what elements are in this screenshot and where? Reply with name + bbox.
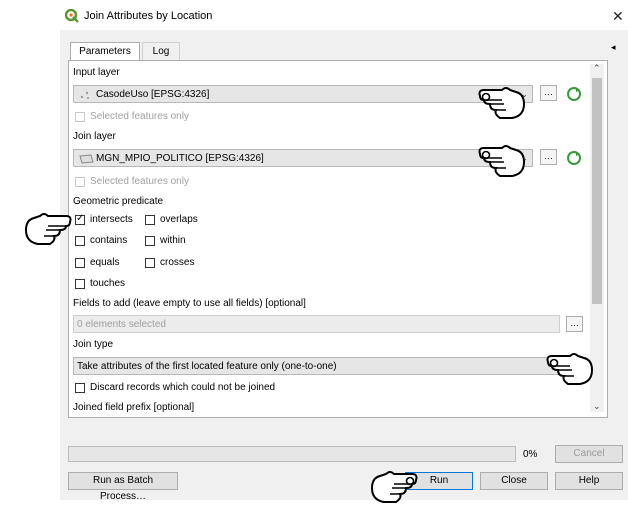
join-layer-label: Join layer xyxy=(73,131,116,142)
discard-records-label: Discard records which could not be joine… xyxy=(90,382,276,393)
join-layer-combo[interactable]: MGN_MPIO_POLITICO [EPSG:4326] ⌄ xyxy=(73,149,533,167)
predicate-equals-label: equals xyxy=(90,257,120,268)
pointing-hand-icon xyxy=(478,87,526,119)
run-as-batch-button[interactable]: Run as Batch Process… xyxy=(68,472,178,502)
qgis-logo-icon xyxy=(65,9,79,23)
checkmark-icon: ✓ xyxy=(76,213,85,224)
progress-percent: 0% xyxy=(523,449,538,460)
join-type-label: Join type xyxy=(73,339,114,350)
fields-to-add-value: 0 elements selected xyxy=(77,319,166,330)
predicate-touches-checkbox[interactable] xyxy=(75,279,85,289)
predicate-crosses-label: crosses xyxy=(160,257,195,268)
refresh-icon[interactable] xyxy=(566,150,582,166)
joined-field-prefix-label: Joined field prefix [optional] xyxy=(73,402,195,413)
predicate-intersects-label: intersects xyxy=(90,214,133,225)
input-layer-label: Input layer xyxy=(73,67,120,78)
predicate-overlaps-checkbox[interactable] xyxy=(145,215,155,225)
cancel-button[interactable]: Cancel xyxy=(555,445,623,463)
fields-to-add-browse-button[interactable]: … xyxy=(566,316,583,332)
join-selected-only-label: Selected features only xyxy=(90,176,189,187)
window-title: Join Attributes by Location xyxy=(84,10,213,22)
predicate-equals-checkbox[interactable] xyxy=(75,258,85,268)
predicate-touches-label: touches xyxy=(90,278,126,289)
join-selected-only-checkbox[interactable] xyxy=(75,177,85,187)
pointing-hand-icon xyxy=(24,213,72,245)
join-layer-browse-button[interactable]: … xyxy=(540,149,557,165)
input-selected-only-label: Selected features only xyxy=(90,111,189,122)
point-layer-icon xyxy=(80,91,89,99)
predicate-intersects-checkbox[interactable]: ✓ xyxy=(75,213,85,225)
predicate-within-label: within xyxy=(160,235,186,246)
join-layer-value: MGN_MPIO_POLITICO [EPSG:4326] xyxy=(96,153,264,164)
collapse-panel-icon[interactable]: ◂ xyxy=(611,42,616,53)
pointing-hand-icon xyxy=(370,471,418,503)
progress-bar xyxy=(68,446,516,462)
predicate-overlaps-label: overlaps xyxy=(160,214,198,225)
fields-to-add-label: Fields to add (leave empty to use all fi… xyxy=(73,298,306,309)
close-button[interactable]: Close xyxy=(480,472,548,490)
scroll-up-icon[interactable]: ⌃ xyxy=(593,63,601,74)
input-layer-value: CasodeUso [EPSG:4326] xyxy=(96,89,210,100)
join-type-value: Take attributes of the first located fea… xyxy=(77,361,337,372)
refresh-icon[interactable] xyxy=(566,86,582,102)
tab-parameters[interactable]: Parameters xyxy=(70,42,140,61)
predicate-contains-label: contains xyxy=(90,235,128,246)
predicate-label: Geometric predicate xyxy=(73,196,164,207)
predicate-crosses-checkbox[interactable] xyxy=(145,258,155,268)
fields-to-add-field[interactable]: 0 elements selected xyxy=(73,315,560,333)
input-selected-only-checkbox[interactable] xyxy=(75,112,85,122)
pointing-hand-icon xyxy=(478,145,526,177)
predicate-contains-checkbox[interactable] xyxy=(75,236,85,246)
join-type-combo[interactable]: Take attributes of the first located fea… xyxy=(73,357,586,375)
scroll-down-icon[interactable]: ⌄ xyxy=(593,401,601,412)
predicate-within-checkbox[interactable] xyxy=(145,236,155,246)
help-button[interactable]: Help xyxy=(555,472,623,490)
close-window-icon[interactable]: ✕ xyxy=(612,8,624,25)
polygon-layer-icon xyxy=(79,154,94,164)
tab-log[interactable]: Log xyxy=(142,42,180,61)
discard-records-checkbox[interactable] xyxy=(75,383,85,393)
scrollbar-thumb[interactable] xyxy=(592,78,602,304)
input-layer-combo[interactable]: CasodeUso [EPSG:4326] ⌄ xyxy=(73,85,533,103)
pointing-hand-icon xyxy=(546,353,594,385)
input-layer-browse-button[interactable]: … xyxy=(540,85,557,101)
